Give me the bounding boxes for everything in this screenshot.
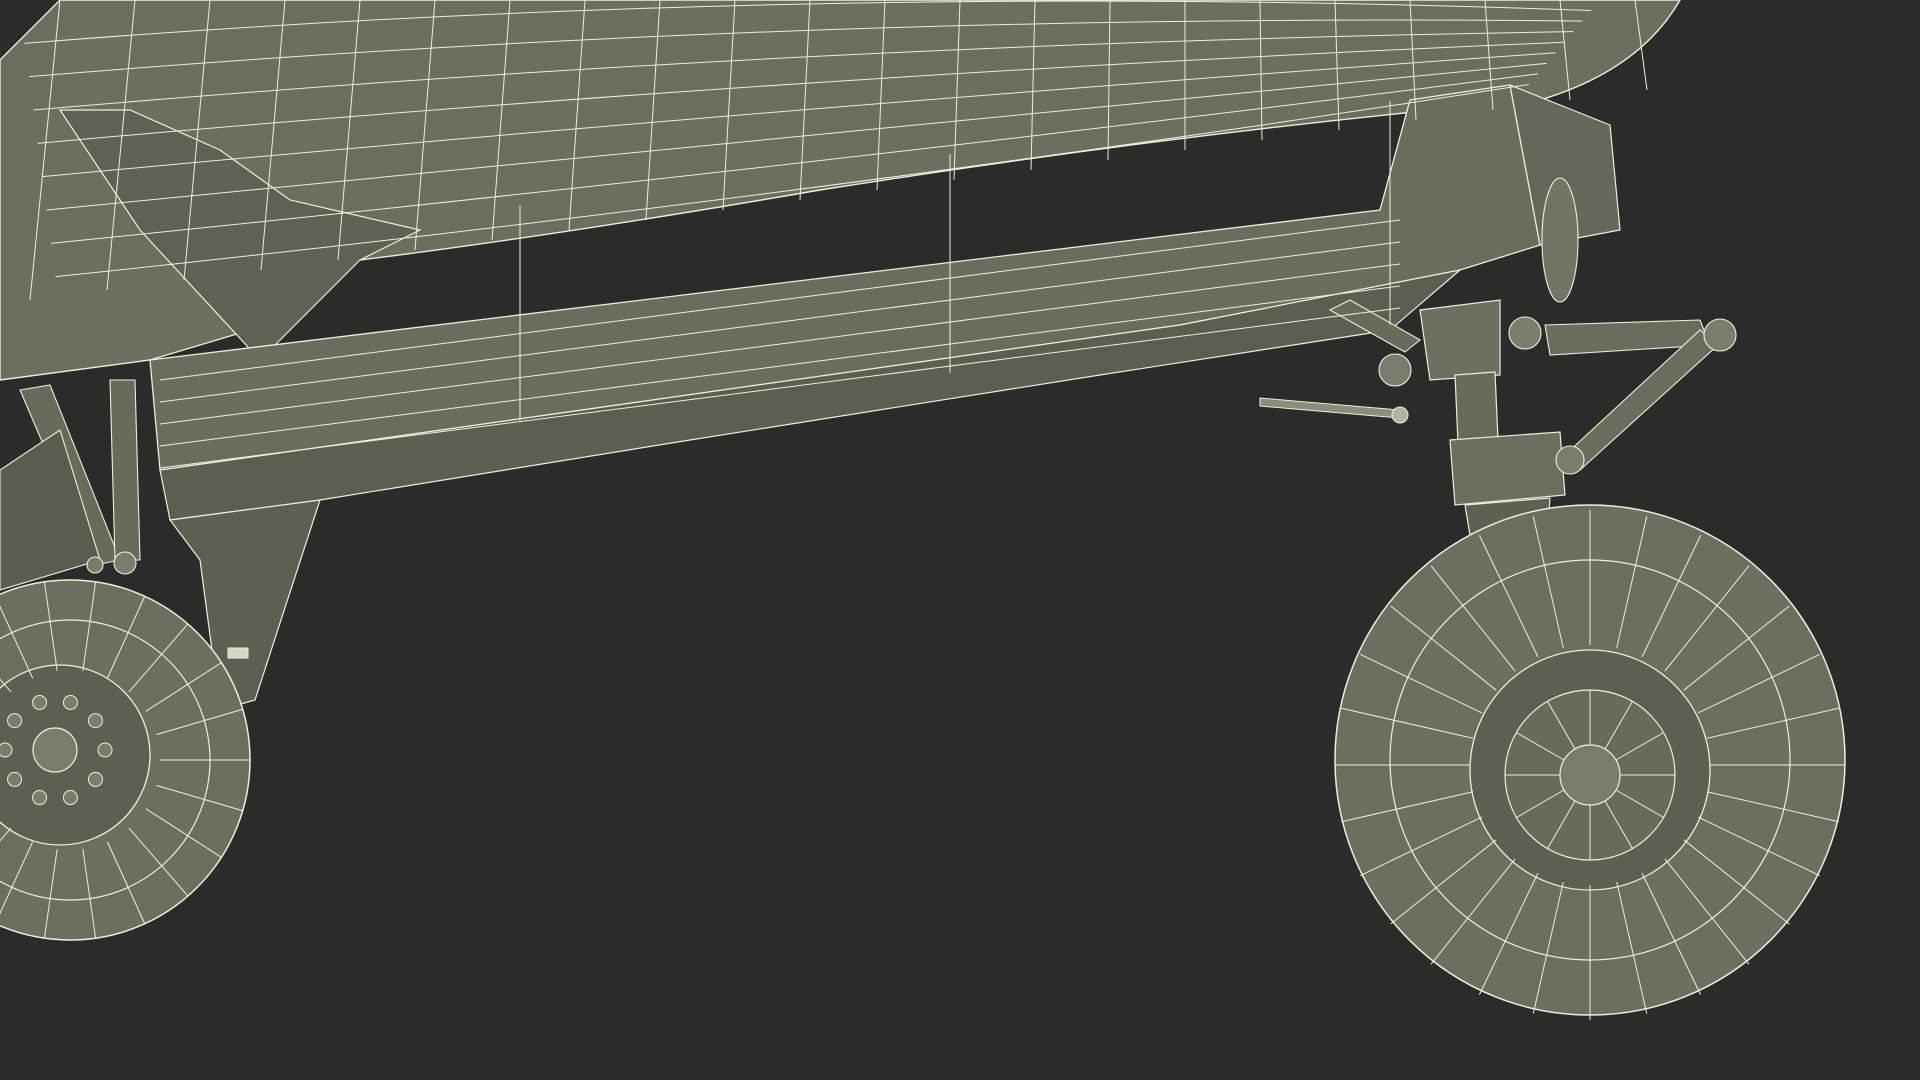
brace-joint-bottom	[1555, 445, 1585, 475]
lug-bolt	[32, 694, 48, 710]
small-pin	[227, 647, 249, 659]
gear-mount-block	[1419, 299, 1501, 381]
lug-bolt	[0, 742, 13, 758]
lug-bolt	[87, 771, 103, 787]
lug-bolt	[7, 713, 23, 729]
left-hinge-bolt-2	[86, 556, 104, 574]
left-strut-b	[109, 379, 141, 561]
brace-joint-left	[1508, 316, 1542, 350]
wireframe-render-viewport	[0, 0, 1920, 1080]
left-hinge-bolt	[113, 551, 137, 575]
right-wheel	[1334, 504, 1846, 1020]
lug-bolt	[87, 713, 103, 729]
lug-bolt	[7, 771, 23, 787]
brace-joint-top	[1703, 318, 1737, 352]
lamp-fixture	[1541, 177, 1579, 303]
right-wheel-hub	[1559, 744, 1621, 806]
gear-upper-strut	[1454, 371, 1499, 444]
lug-bolt	[62, 790, 78, 806]
actuator-joint	[1378, 353, 1412, 387]
lug-bolt	[62, 694, 78, 710]
lug-bolt	[97, 742, 113, 758]
gear-shock-housing	[1449, 431, 1566, 506]
left-wheel-hub	[32, 727, 78, 773]
lug-bolt	[32, 790, 48, 806]
actuator-end	[1391, 406, 1409, 424]
